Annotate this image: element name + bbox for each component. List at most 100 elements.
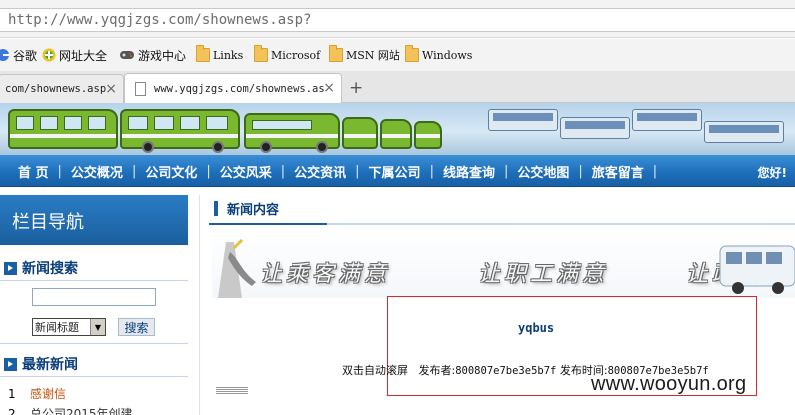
slogan-banner: 让乘客满意 让职工满意 让政府满 <box>212 230 795 298</box>
nav-separator: | <box>652 163 658 179</box>
new-tab-button[interactable]: + <box>349 78 363 98</box>
nav-separator: | <box>503 163 509 179</box>
bookmark-label: 游戏中心 <box>138 48 187 63</box>
nav-label[interactable]: 旅客留言 <box>592 162 644 181</box>
bus-graphic <box>488 109 558 131</box>
bookmark-label: MSN 网站 <box>346 49 400 62</box>
bookmark-msn[interactable]: MSN 网站 <box>329 45 400 63</box>
list-item[interactable]: 2 总公司2015年创建 <box>8 405 133 415</box>
nav-separator: | <box>57 163 62 179</box>
nav-item-home[interactable]: 首 页 | <box>18 162 71 181</box>
sidebar-header: 栏目导航 <box>0 195 188 245</box>
bus-graphic <box>120 109 240 153</box>
list-item-link[interactable]: 总公司2015年创建 <box>30 405 133 415</box>
bookmark-links[interactable]: Links <box>196 45 244 63</box>
bookmark-microsoft[interactable]: Microsof <box>254 45 320 63</box>
nav-separator: | <box>355 163 360 179</box>
nav-separator: | <box>131 163 137 179</box>
nav-item-map[interactable]: 公交地图 | <box>517 162 591 181</box>
nav-item-news[interactable]: 公交资讯 | <box>294 162 368 181</box>
nav-label[interactable]: 公交地图 <box>517 162 569 181</box>
bookmark-label: Windows <box>422 48 473 62</box>
nav-separator: | <box>206 163 211 179</box>
slogan-text: 让乘客满意 <box>260 262 391 287</box>
url-text[interactable]: http://www.yqgjzgs.com/shownews.asp? <box>8 12 311 28</box>
publisher-label: 发布者: <box>418 364 456 377</box>
page-icon <box>135 82 146 96</box>
bus-graphic <box>8 109 118 149</box>
bookmark-label: Links <box>213 48 244 62</box>
column-divider <box>199 195 200 415</box>
nav-item-subsidiaries[interactable]: 下属公司 | <box>369 162 443 181</box>
bus-graphic <box>560 117 630 139</box>
news-search-input[interactable] <box>32 288 156 306</box>
section-title-text: 新闻内容 <box>227 203 280 218</box>
list-item-number: 1 <box>8 386 16 401</box>
url-field[interactable]: http://www.yqgjzgs.com/shownews.asp? <box>0 8 795 32</box>
nav-separator: | <box>429 163 434 179</box>
folder-icon <box>254 45 268 62</box>
news-search-title: 新闻搜索 <box>22 261 78 277</box>
bus-graphic <box>342 117 378 149</box>
divider <box>0 280 188 281</box>
bookmark-windows[interactable]: Windows <box>405 45 473 63</box>
list-item-link[interactable]: 感谢信 <box>30 385 66 402</box>
bookmark-label: 谷歌 <box>13 48 38 63</box>
section-title: 新闻内容 <box>214 199 279 218</box>
nav-label[interactable]: 公交概况 <box>71 162 123 181</box>
scroll-grip-icon[interactable] <box>216 391 248 394</box>
bus-graphic <box>380 119 412 149</box>
nav-label[interactable]: 公交风采 <box>220 162 272 181</box>
nav-label[interactable]: 线路查询 <box>443 162 495 181</box>
tab-title: www.yqgjzgs.com/shownews.asp <box>154 83 324 95</box>
folder-icon <box>405 45 419 62</box>
gamepad-icon <box>120 51 134 59</box>
tab-shownews-2[interactable]: www.yqgjzgs.com/shownews.asp × <box>124 73 342 104</box>
nav-item-culture[interactable]: 公司文化 | <box>145 162 219 181</box>
bookmark-game-center[interactable]: 游戏中心 <box>119 47 186 63</box>
nav-item-overview[interactable]: 公交概况 | <box>71 162 145 181</box>
list-item[interactable]: 1 感谢信 <box>8 385 66 402</box>
nav-label[interactable]: 首 页 <box>18 162 49 181</box>
bus-graphic <box>244 113 340 153</box>
bookmark-site-directory[interactable]: 网址大全 <box>42 47 107 63</box>
search-button[interactable]: 搜索 <box>118 318 155 336</box>
search-field-select[interactable]: 新闻标题 ▼ <box>32 318 106 336</box>
scroll-grip-icon[interactable] <box>216 387 248 390</box>
tab-title: com/shownews.asp <box>5 83 107 95</box>
chevron-down-icon[interactable]: ▼ <box>90 319 105 335</box>
tab-strip: com/shownews.asp × www.yqgjzgs.com/shown… <box>0 71 795 104</box>
article-title: yqbus <box>518 321 555 335</box>
close-icon[interactable]: × <box>105 81 117 97</box>
close-icon[interactable]: × <box>323 80 335 96</box>
greeting-text: 您好! <box>757 166 787 180</box>
nav-item-guestbook[interactable]: 旅客留言 | <box>592 162 666 181</box>
address-bar: http://www.yqgjzgs.com/shownews.asp? <box>0 0 795 38</box>
nav-label[interactable]: 公司文化 <box>145 162 197 181</box>
auto-scroll-label[interactable]: 双击自动滚屏 <box>342 364 408 377</box>
section-underline <box>209 223 795 225</box>
nav-separator: | <box>280 163 286 179</box>
bookmark-google[interactable]: 谷歌 <box>0 47 37 63</box>
nav-separator: | <box>578 163 583 179</box>
bus-graphic <box>704 121 784 143</box>
sidebar-header-title: 栏目导航 <box>12 212 84 233</box>
figure-illustration-icon <box>218 238 256 298</box>
divider <box>0 376 188 377</box>
tab-shownews-1[interactable]: com/shownews.asp × <box>0 74 124 103</box>
nav-label[interactable]: 下属公司 <box>369 162 421 181</box>
nav-item-route-search[interactable]: 线路查询 | <box>443 162 517 181</box>
arrow-bullet-icon <box>4 261 17 275</box>
nav-label[interactable]: 公交资讯 <box>294 162 346 181</box>
watermark-text: www.wooyun.org <box>591 373 747 395</box>
main-nav: 首 页 | 公交概况 | 公司文化 | 公交风采 | 公交资讯 | 下属公司 | 线路查询 |… <box>0 155 795 187</box>
divider <box>0 343 188 344</box>
site-directory-icon <box>42 48 56 62</box>
bus-graphic <box>632 109 702 131</box>
latest-news-heading: 最新新闻 <box>4 354 78 374</box>
google-icon <box>0 49 9 61</box>
publisher-value: 800807e7be3e5b7f <box>455 365 557 377</box>
nav-item-style[interactable]: 公交风采 | <box>220 162 294 181</box>
arrow-bullet-icon <box>4 357 17 371</box>
bus-graphic <box>719 245 795 294</box>
